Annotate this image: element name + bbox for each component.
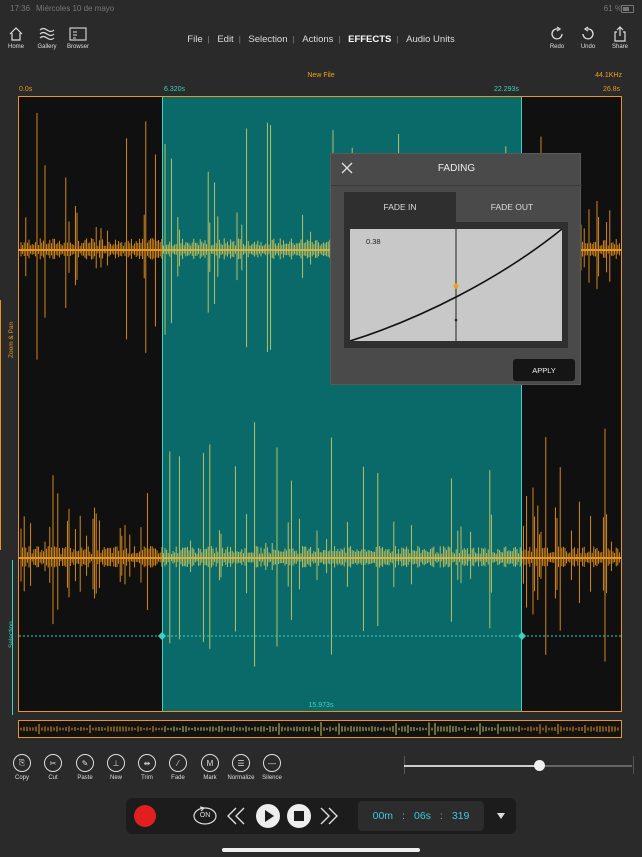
apply-button[interactable]: APPLY: [513, 359, 575, 381]
menu-separator: |: [207, 35, 210, 44]
mark-button[interactable]: M Mark: [195, 754, 225, 781]
new-label: New: [109, 775, 122, 781]
status-time: 17:36: [10, 4, 31, 13]
silence-button[interactable]: — Silence: [257, 754, 287, 781]
menu-selection[interactable]: Selection: [248, 34, 287, 45]
menu-separator: |: [396, 35, 399, 44]
waveform-overview[interactable]: [18, 720, 622, 738]
mark-label: Mark: [203, 775, 217, 781]
menu-separator: |: [338, 35, 341, 44]
time-seconds: 06s: [413, 810, 431, 822]
menu-actions[interactable]: Actions: [302, 34, 333, 45]
menu-edit[interactable]: Edit: [217, 34, 233, 45]
silence-label: Silence: [262, 775, 282, 781]
volume-slider-thumb[interactable]: [533, 760, 545, 771]
main-menu: File | Edit | Selection | Actions | EFFECTS |…: [0, 34, 642, 45]
new-button[interactable]: ⊥ New: [101, 754, 131, 781]
menu-separator: |: [292, 35, 295, 44]
menu-file[interactable]: File: [187, 34, 202, 45]
battery-level: 61 %: [603, 4, 622, 13]
sample-rate: 44.1KHz: [595, 72, 622, 79]
fade-curve: [350, 229, 562, 341]
end-time: 26.8s: [603, 86, 621, 93]
file-name: New File: [307, 72, 335, 79]
silence-icon: —: [263, 754, 281, 772]
time-display: 00m : 06s : 319: [358, 801, 484, 831]
fading-title: FADING: [437, 163, 476, 174]
status-bar: 17:36 Miércoles 10 de mayo 61 %: [0, 0, 642, 16]
fade-button[interactable]: ⁄ Fade: [163, 754, 193, 781]
normalize-button[interactable]: ☰ Normalize: [226, 754, 256, 781]
copy-button[interactable]: ⎘ Copy: [7, 754, 37, 781]
copy-label: Copy: [14, 775, 29, 781]
normalize-icon: ☰: [232, 754, 250, 772]
paste-button[interactable]: ✎ Paste: [70, 754, 100, 781]
selection-start-time: 6.320s: [164, 86, 186, 93]
volume-slider-track-remaining: [538, 765, 632, 767]
selection-marker: [518, 632, 526, 640]
rewind-icon[interactable]: [225, 806, 247, 826]
cut-label: Cut: [48, 775, 58, 781]
zoom-pan-label: Zoom & Pan: [8, 321, 15, 358]
start-time: 0.0s: [19, 86, 33, 93]
new-icon: ⊥: [107, 754, 125, 772]
paste-icon: ✎: [76, 754, 94, 772]
mark-icon: M: [201, 754, 219, 772]
selection-length: 15.973s: [308, 702, 334, 709]
fast-forward-icon[interactable]: [318, 806, 340, 826]
zoom-pan-handle[interactable]: Zoom & Pan: [0, 300, 20, 550]
chevron-down-icon[interactable]: [496, 812, 506, 820]
normalize-label: Normalize: [227, 775, 255, 781]
time-separator: :: [402, 810, 405, 822]
tab-fade-out[interactable]: FADE OUT: [456, 192, 568, 222]
fade-label: Fade: [171, 775, 185, 781]
fade-icon: ⁄: [169, 754, 187, 772]
loop-toggle[interactable]: ON: [191, 804, 219, 828]
battery-icon: [621, 5, 634, 13]
home-indicator: [222, 848, 420, 852]
menu-separator: |: [238, 35, 241, 44]
play-button[interactable]: [255, 803, 281, 829]
selection-handle[interactable]: Selection: [0, 560, 20, 715]
cut-button[interactable]: ✂ Cut: [38, 754, 68, 781]
selection-end-time: 22.293s: [494, 86, 519, 93]
loop-label: ON: [199, 812, 211, 819]
overview-waveform: [20, 722, 619, 736]
menu-audio-units[interactable]: Audio Units: [406, 34, 455, 45]
time-minutes: 00m: [372, 810, 394, 822]
fade-curve-editor[interactable]: 0.38: [350, 229, 562, 341]
tab-fade-in[interactable]: FADE IN: [344, 192, 456, 222]
paste-label: Paste: [77, 775, 93, 781]
copy-icon: ⎘: [13, 754, 31, 772]
menu-effects[interactable]: EFFECTS: [348, 34, 391, 45]
status-date: Miércoles 10 de mayo: [36, 4, 115, 13]
divider: [331, 185, 582, 186]
trim-icon: ⇹: [138, 754, 156, 772]
time-millis: 319: [451, 810, 470, 822]
trim-label: Trim: [141, 775, 153, 781]
fading-dialog: FADING FADE IN FADE OUT 0.38 APPLY: [330, 153, 582, 385]
selection-side-label: Selection: [8, 621, 15, 648]
trim-button[interactable]: ⇹ Trim: [132, 754, 162, 781]
time-separator: :: [439, 810, 443, 822]
record-button[interactable]: [134, 805, 156, 827]
cut-icon: ✂: [44, 754, 62, 772]
stop-button[interactable]: [286, 803, 312, 829]
selection-marker: [158, 632, 166, 640]
